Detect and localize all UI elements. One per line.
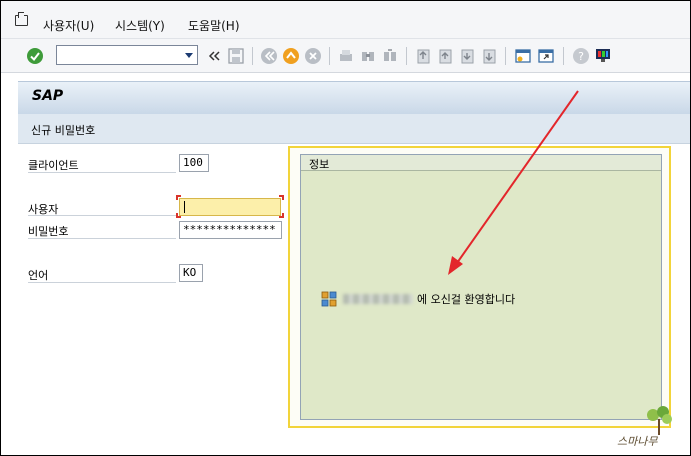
back-icon[interactable] [260,47,278,65]
password-field[interactable]: ************** [179,221,282,239]
user-underline [28,215,176,216]
command-field[interactable] [56,45,198,65]
layout-icon[interactable] [594,47,612,65]
info-panel-header: 정보 [301,155,661,171]
system-menu-icon[interactable] [15,12,28,26]
redacted-system-name [343,294,413,304]
watermark-text: 스마나무 [617,435,658,448]
focus-corner [176,213,181,218]
menu-system[interactable]: 시스템(Y) [115,17,165,34]
focus-corner [279,213,284,218]
welcome-text: 에 오신걸 환영합니다 [417,293,516,306]
system-icon [321,291,337,307]
app-title: SAP [32,88,64,104]
watermark-logo: 스마나무 [611,405,691,455]
password-underline [28,238,176,239]
password-label: 비밀번호 [28,225,69,238]
menu-user[interactable]: 사용자(U) [43,17,94,34]
svg-text:?: ? [578,50,584,63]
client-label: 클라이언트 [28,159,79,172]
find-next-icon[interactable] [381,47,399,65]
user-field[interactable] [179,198,281,216]
highlight-frame: 정보 에 오신걸 환영합니다 [288,146,671,428]
language-underline [28,282,176,283]
shortcut-icon[interactable] [537,47,555,65]
screen-title: 신규 비밀번호 [31,124,96,137]
language-field[interactable]: KO [179,264,203,282]
help-icon[interactable]: ? [572,47,590,65]
screen-title-bar: 신규 비밀번호 [18,114,690,144]
cancel-icon[interactable] [304,47,322,65]
menu-bar: 사용자(U) 시스템(Y) 도움말(H) [1,1,690,39]
exit-icon[interactable] [282,47,300,65]
info-panel: 정보 에 오신걸 환영합니다 [300,154,662,420]
toolbar-separator [505,47,506,65]
toolbar-separator [563,47,564,65]
toolbar: ? [1,39,690,73]
tree-icon [647,406,672,435]
double-left-icon[interactable] [205,47,223,65]
print-icon[interactable] [337,47,355,65]
save-icon[interactable] [227,47,245,65]
focus-corner [279,195,284,200]
first-page-icon[interactable] [414,47,432,65]
client-field[interactable]: 100 [179,154,209,172]
welcome-message: 에 오신걸 환영합니다 [321,291,515,309]
toolbar-separator [329,47,330,65]
check-icon[interactable] [26,47,44,65]
language-label: 언어 [28,269,49,282]
last-page-icon[interactable] [480,47,498,65]
info-heading: 정보 [309,158,330,171]
client-underline [28,172,176,173]
find-icon[interactable] [359,47,377,65]
toolbar-separator [406,47,407,65]
dropdown-icon[interactable] [185,53,193,58]
text-caret [184,201,185,213]
next-page-icon[interactable] [458,47,476,65]
focus-corner [176,195,181,200]
prev-page-icon[interactable] [436,47,454,65]
title-bar: SAP [18,81,690,114]
toolbar-separator [252,47,253,65]
menu-help[interactable]: 도움말(H) [188,17,240,34]
new-session-icon[interactable] [514,47,532,65]
sap-window: 사용자(U) 시스템(Y) 도움말(H) ? SAP 신규 비밀번호 클라이언트… [0,0,691,456]
